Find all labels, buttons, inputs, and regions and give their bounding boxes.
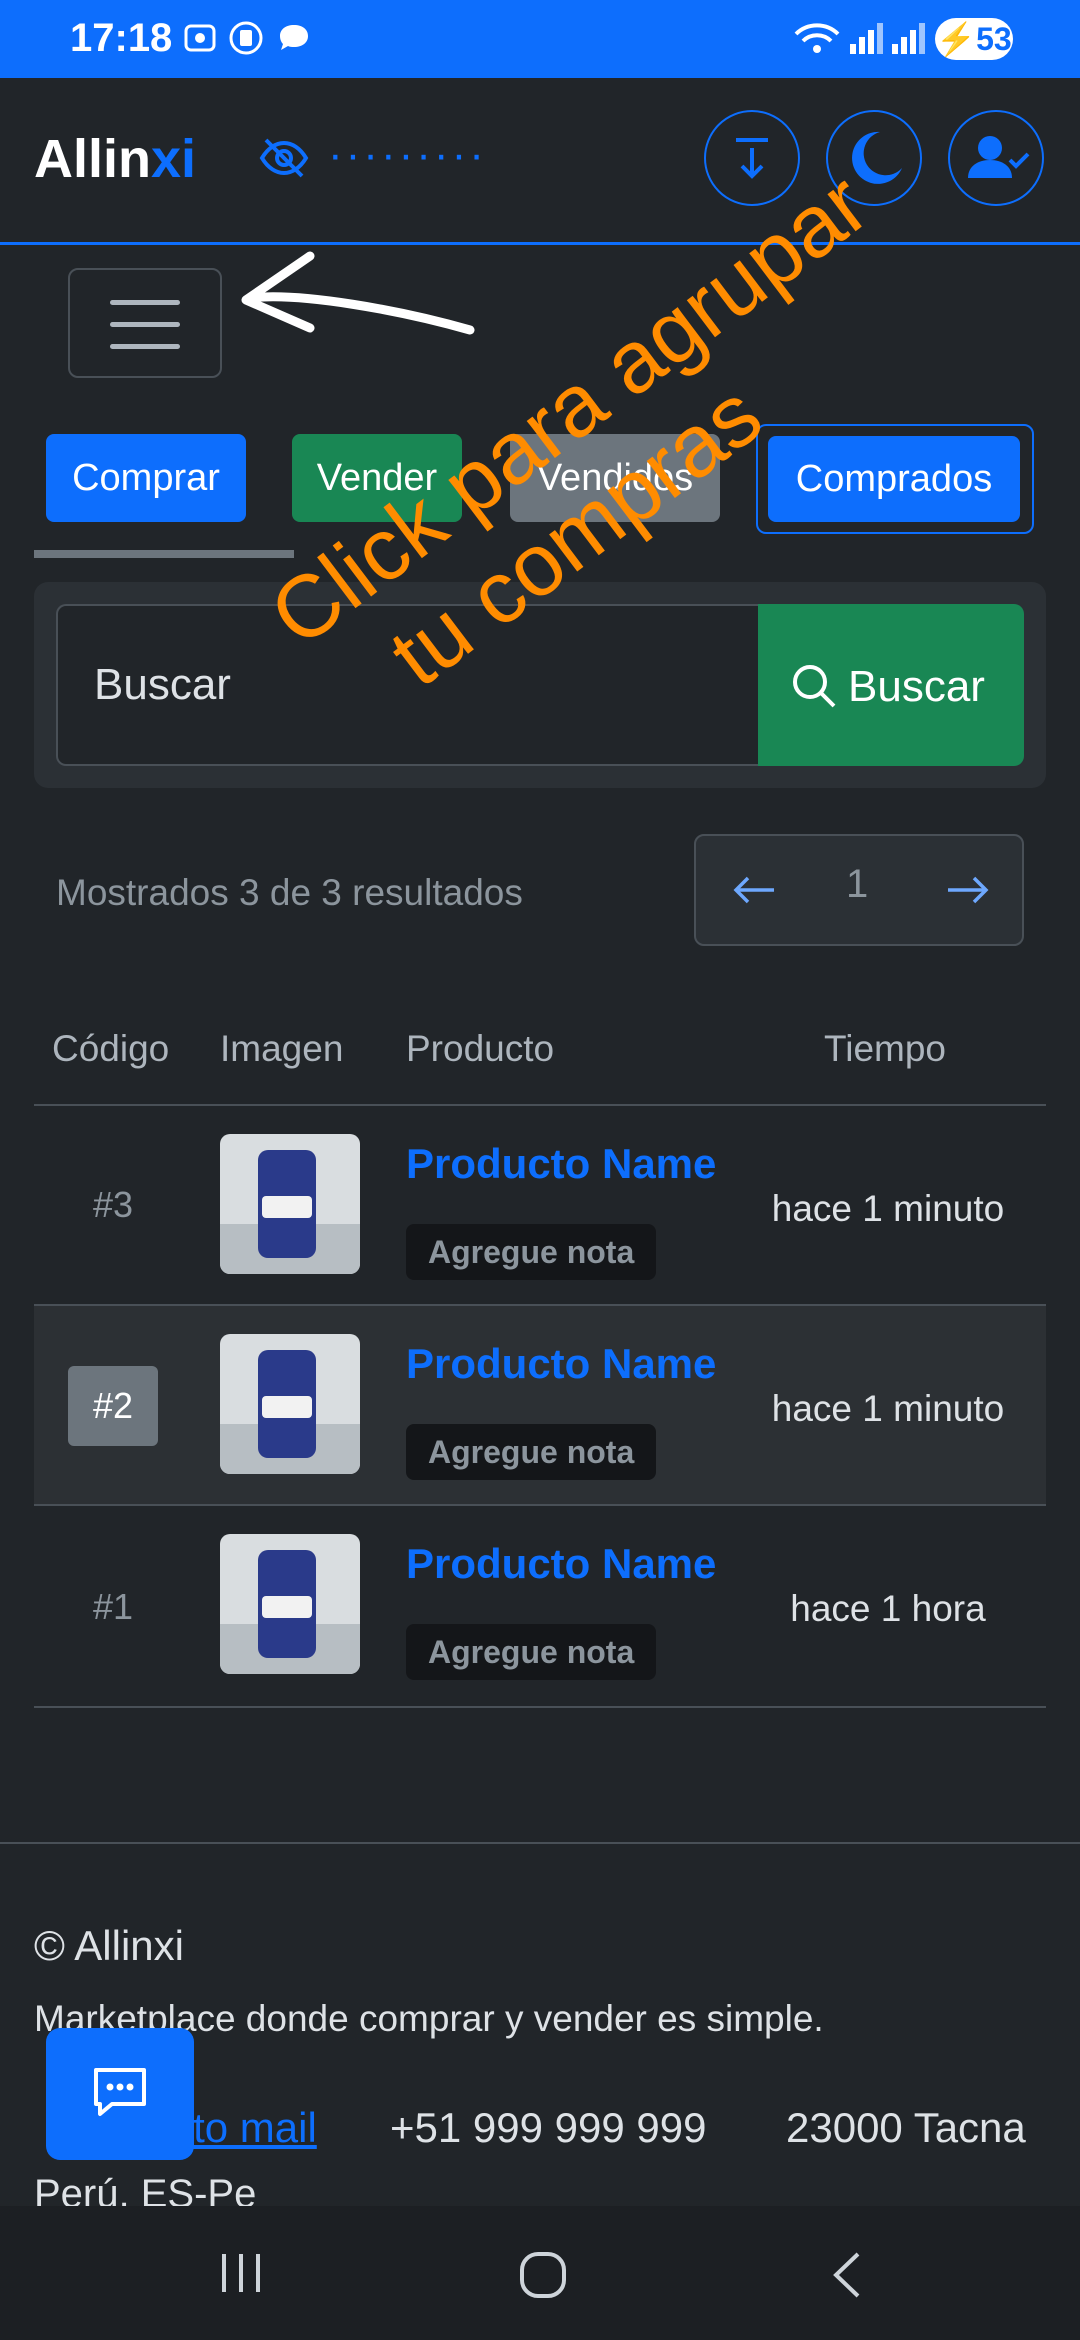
product-thumbnail[interactable] (220, 1334, 360, 1474)
system-navigation-bar (0, 2206, 1080, 2340)
product-name-link[interactable]: Producto Name (406, 1140, 716, 1188)
tab-vendidos[interactable]: Vendidos (510, 434, 720, 522)
chat-button[interactable] (46, 2028, 194, 2160)
chat-dots-icon (94, 2068, 146, 2116)
footer-divider (0, 1842, 1080, 1844)
product-thumbnail[interactable] (220, 1134, 360, 1274)
tab-vender[interactable]: Vender (292, 434, 462, 522)
row-code: #2 (68, 1366, 158, 1446)
brand-accent: xi (151, 129, 197, 189)
status-bar: 17:18 ⚡53 (0, 0, 1080, 78)
row-code: #1 (92, 1586, 134, 1627)
footer-city: 23000 Tacna (786, 2104, 1026, 2151)
column-header-image: Imagen (220, 1028, 344, 1069)
eye-slash-icon[interactable] (258, 136, 310, 180)
next-page-arrow-icon[interactable] (944, 872, 990, 908)
download-icon (736, 138, 768, 179)
pagination: 1 (694, 834, 1024, 946)
product-image (220, 1334, 360, 1474)
moon-icon (852, 131, 902, 184)
prev-page-arrow-icon[interactable] (732, 872, 778, 908)
chat-notification-icon (280, 25, 308, 50)
footer-phone: +51 999 999 999 (390, 2104, 707, 2151)
row-code: #3 (92, 1184, 134, 1225)
screenshot-icon (184, 24, 216, 52)
column-header-code: Código (52, 1028, 170, 1069)
row-time: hace 1 minuto (771, 1388, 1005, 1429)
product-image (220, 1134, 360, 1274)
signal-icon-1 (850, 23, 883, 54)
status-time: 17:18 (70, 16, 173, 60)
product-name-link[interactable]: Producto Name (406, 1540, 716, 1588)
add-note-badge[interactable]: Agregue nota (406, 1424, 657, 1480)
row-divider (34, 1706, 1046, 1708)
back-icon[interactable] (828, 2250, 868, 2300)
home-icon[interactable] (518, 2250, 568, 2300)
row-time: hace 1 minuto (771, 1188, 1005, 1229)
current-page[interactable]: 1 (846, 862, 868, 907)
footer-copyright: © Allinxi (34, 1922, 184, 1969)
column-header-product: Producto (406, 1028, 555, 1069)
sim-icon (229, 21, 263, 55)
search-input[interactable] (56, 604, 758, 766)
brand-main: Allin (34, 129, 151, 189)
search-icon (793, 665, 836, 708)
annotation-arrow (241, 251, 475, 335)
wifi-icon (794, 23, 840, 53)
user-account-button[interactable] (948, 110, 1044, 206)
brand-logo[interactable]: Allinxi (34, 128, 196, 190)
battery-level: 53 (976, 21, 1012, 57)
row-time: hace 1 hora (790, 1588, 986, 1629)
product-name-link[interactable]: Producto Name (406, 1340, 716, 1388)
tab-comprar[interactable]: Comprar (46, 434, 246, 522)
results-summary: Mostrados 3 de 3 resultados (56, 872, 523, 913)
dark-mode-toggle[interactable] (826, 110, 922, 206)
user-check-icon (968, 136, 1030, 178)
recent-apps-icon[interactable] (216, 2250, 266, 2296)
tab-divider (34, 550, 294, 558)
add-note-badge[interactable]: Agregue nota (406, 1624, 657, 1680)
battery-indicator: ⚡53 (935, 18, 1013, 60)
privacy-mask: ········· (328, 130, 487, 179)
product-thumbnail[interactable] (220, 1534, 360, 1674)
signal-icon-2 (892, 23, 925, 54)
add-note-badge[interactable]: Agregue nota (406, 1224, 657, 1280)
download-button[interactable] (704, 110, 800, 206)
search-button-label: Buscar (848, 662, 985, 711)
tab-comprados[interactable]: Comprados (768, 436, 1020, 522)
product-image (220, 1534, 360, 1674)
menu-toggle-button[interactable] (68, 268, 222, 378)
search-button[interactable]: Buscar (758, 604, 1024, 766)
column-header-time: Tiempo (824, 1028, 947, 1069)
